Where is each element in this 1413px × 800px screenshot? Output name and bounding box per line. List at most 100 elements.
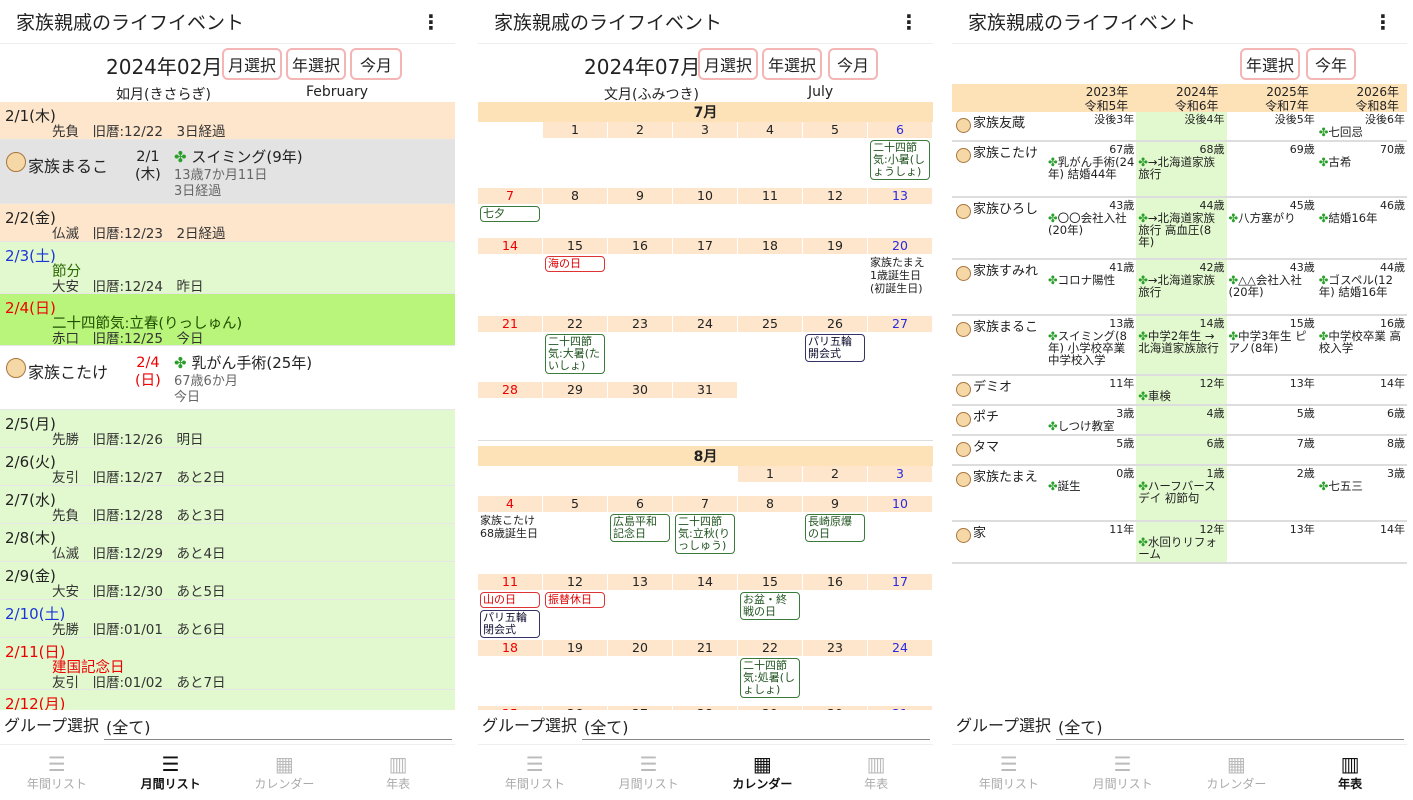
holiday-chip[interactable]: 海の日	[545, 256, 605, 272]
day-row[interactable]: 2/2(金) 仏滅 旧暦:12/23 2日経過	[0, 204, 455, 242]
calendar-day[interactable]: 15 お盆・終戦の日	[738, 574, 803, 640]
chronology-row[interactable]: 家族ひろし 43歳 ✤〇〇会社入社(20年) 44歳 ✤→北海道家族旅行 高血圧(8年)…	[952, 198, 1407, 260]
year-cell[interactable]: 6歳	[1136, 436, 1227, 464]
person-cell[interactable]: 家族こたけ	[952, 142, 1046, 196]
event-chip[interactable]: 二十四節気:処暑(しょしょ)	[740, 658, 800, 698]
year-cell[interactable]: 3歳 ✤しつけ教室	[1046, 406, 1136, 434]
month-select-button[interactable]: 月選択	[698, 48, 758, 80]
nav-chronology[interactable]: ▥ 年表	[819, 745, 933, 800]
chronology-row[interactable]: 家族こたけ 67歳 ✤乳がん手術(24年) 結婚44年 68歳 ✤→北海道家族旅行 69歳…	[952, 142, 1407, 198]
calendar-day[interactable]: 27	[608, 706, 673, 710]
calendar-day[interactable]: 27	[868, 316, 933, 382]
year-cell[interactable]: 8歳	[1317, 436, 1407, 464]
kebab-menu-icon[interactable]: ⋮	[421, 10, 441, 34]
group-value[interactable]: (全て)	[104, 714, 452, 740]
day-row[interactable]: 2/7(水) 先負 旧暦:12/28 あと3日	[0, 486, 455, 524]
day-row[interactable]: 2/10(土) 先勝 旧暦:01/01 あと6日	[0, 600, 455, 638]
calendar-day[interactable]: 13	[868, 188, 933, 238]
calendar-day[interactable]	[608, 466, 673, 496]
calendar-day[interactable]	[738, 382, 803, 436]
nav-chronology[interactable]: ▥ 年表	[1293, 745, 1407, 800]
year-cell[interactable]: 12年 ✤水回りリフォーム	[1136, 522, 1227, 562]
year-select-button[interactable]: 年選択	[1240, 48, 1300, 80]
nav-yearly-list[interactable]: ☰ 年間リスト	[952, 745, 1066, 800]
person-cell[interactable]: 家族ひろし	[952, 198, 1046, 258]
calendar-day[interactable]: 31	[868, 706, 933, 710]
day-list[interactable]: 2/1(木) 先負 旧暦:12/22 3日経過 家族まるこ 2/1 (木) ✤ スイミング…	[0, 102, 455, 710]
calendar-day[interactable]	[673, 466, 738, 496]
year-cell[interactable]: 14歳 ✤中学2年生 →北海道家族旅行	[1136, 316, 1227, 374]
calendar-day[interactable]: 5	[803, 122, 868, 188]
calendar-day[interactable]: 18	[478, 640, 543, 706]
nav-calendar[interactable]: ▦ カレンダー	[1180, 745, 1294, 800]
person-cell[interactable]: 家族たまえ	[952, 466, 1046, 520]
year-cell[interactable]: 5歳	[1046, 436, 1136, 464]
year-cell[interactable]: 没後3年	[1046, 112, 1136, 140]
year-cell[interactable]: 67歳 ✤乳がん手術(24年) 結婚44年	[1046, 142, 1136, 196]
event-chip[interactable]: 長崎原爆の日	[805, 514, 865, 542]
chronology-row[interactable]: 家 11年 12年 ✤水回りリフォーム 13年 14年	[952, 522, 1407, 564]
year-cell[interactable]: 13年	[1227, 376, 1317, 404]
group-selector[interactable]: グループ選択 (全て)	[0, 712, 455, 742]
chronology-row[interactable]: 家族まるこ 13歳 ✤スイミング(8年) 小学校卒業 中学校入学 14歳 ✤中学2年生 …	[952, 316, 1407, 376]
year-cell[interactable]: 6歳	[1317, 406, 1407, 434]
calendar-day[interactable]: 10	[868, 496, 933, 574]
chronology-row[interactable]: ポチ 3歳 ✤しつけ教室 4歳 5歳 6歳	[952, 406, 1407, 436]
year-cell[interactable]: 7歳	[1227, 436, 1317, 464]
calendar-day[interactable]: 24	[673, 316, 738, 382]
calendar-day[interactable]	[868, 382, 933, 436]
day-row[interactable]: 2/9(金) 大安 旧暦:12/30 あと5日	[0, 562, 455, 600]
year-cell[interactable]: 44歳 ✤ゴスペル(12年) 結婚16年	[1317, 260, 1407, 314]
year-cell[interactable]: 70歳 ✤古希	[1317, 142, 1407, 196]
year-cell[interactable]: 5歳	[1227, 406, 1317, 434]
year-cell[interactable]: 14年	[1317, 376, 1407, 404]
group-value[interactable]: (全て)	[582, 714, 930, 740]
person-cell[interactable]: 家	[952, 522, 1046, 562]
this-month-button[interactable]: 今月	[350, 48, 402, 80]
calendar-day[interactable]: 22 二十四節気:処暑(しょしょ)	[738, 640, 803, 706]
calendar-day[interactable]: 30	[803, 706, 868, 710]
calendar-day[interactable]: 26	[543, 706, 608, 710]
nav-chronology[interactable]: ▥ 年表	[341, 745, 455, 800]
day-row[interactable]: 2/4(日) 二十四節気:立春(りっしゅん) 赤口 旧暦:12/25 今日	[0, 294, 455, 347]
year-select-button[interactable]: 年選択	[762, 48, 822, 80]
calendar-day[interactable]: 9 長崎原爆の日	[803, 496, 868, 574]
calendar-day[interactable]: 20 家族たまえ 1歳誕生日(初誕生日)	[868, 238, 933, 316]
calendar-day[interactable]: 7 七夕	[478, 188, 543, 238]
calendar-day[interactable]: 10	[673, 188, 738, 238]
year-cell[interactable]: 11年	[1046, 376, 1136, 404]
holiday-chip[interactable]: 振替休日	[545, 592, 605, 608]
calendar-day[interactable]: 15 海の日	[543, 238, 608, 316]
calendar-day[interactable]: 19	[543, 640, 608, 706]
calendar-day[interactable]: 11 山の日 パリ五輪閉会式	[478, 574, 543, 640]
year-cell[interactable]: 没後4年	[1136, 112, 1227, 140]
person-cell[interactable]: 家族友蔵	[952, 112, 1046, 140]
nav-yearly-list[interactable]: ☰ 年間リスト	[478, 745, 592, 800]
chronology-row[interactable]: タマ 5歳 6歳 7歳 8歳	[952, 436, 1407, 466]
year-cell[interactable]: 11年	[1046, 522, 1136, 562]
nav-yearly-list[interactable]: ☰ 年間リスト	[0, 745, 114, 800]
event-chip[interactable]: 二十四節気:立秋(りっしゅう)	[675, 514, 735, 554]
calendar-day[interactable]: 16	[803, 574, 868, 640]
calendar-day[interactable]: 26 パリ五輪開会式	[803, 316, 868, 382]
nav-calendar[interactable]: ▦ カレンダー	[228, 745, 342, 800]
holiday-chip[interactable]: 山の日	[480, 592, 540, 608]
calendar-day[interactable]: 6 広島平和記念日	[608, 496, 673, 574]
calendar-day[interactable]: 8	[543, 188, 608, 238]
calendar-day[interactable]: 24	[868, 640, 933, 706]
year-cell[interactable]: 15歳 ✤中学3年生 ピアノ(8年)	[1227, 316, 1317, 374]
calendar-day[interactable]: 4	[738, 122, 803, 188]
year-cell[interactable]: 43歳 ✤△△会社入社(20年)	[1227, 260, 1317, 314]
calendar-day[interactable]: 28	[673, 706, 738, 710]
nav-monthly-list[interactable]: ☰ 月間リスト	[114, 745, 228, 800]
calendar-day[interactable]	[478, 466, 543, 496]
year-cell[interactable]: 44歳 ✤→北海道家族旅行 高血圧(8年)	[1136, 198, 1227, 258]
person-cell[interactable]: タマ	[952, 436, 1046, 464]
calendar-day[interactable]: 21	[673, 640, 738, 706]
group-selector[interactable]: グループ選択 (全て)	[952, 712, 1407, 742]
event-chip[interactable]: お盆・終戦の日	[740, 592, 800, 620]
kebab-menu-icon[interactable]: ⋮	[899, 10, 919, 34]
year-cell[interactable]: 14年	[1317, 522, 1407, 562]
year-cell[interactable]: 45歳 ✤八方塞がり	[1227, 198, 1317, 258]
calendar-day[interactable]: 3	[673, 122, 738, 188]
